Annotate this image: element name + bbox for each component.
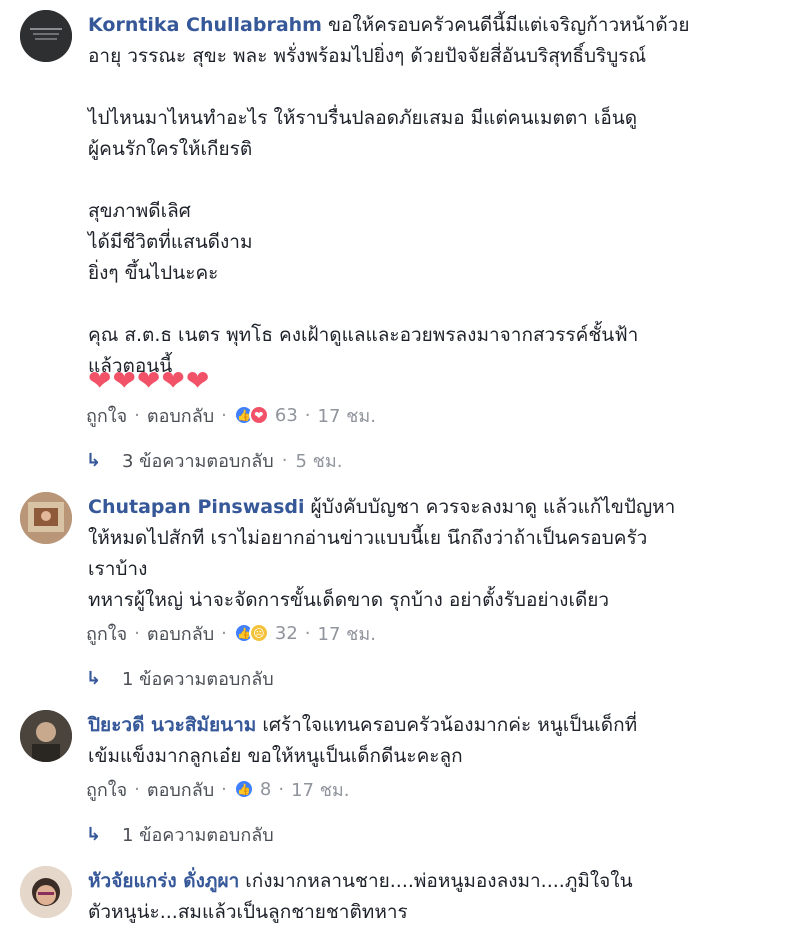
comment-text: ให้หมดไปสักที เราไม่อยากอ่านข่าวแบบนี้เย… (88, 527, 648, 549)
replies-count[interactable]: 3 ข้อความตอบกลับ (122, 446, 274, 475)
author-name[interactable]: หัวจัยแกร่ง ดั่งภูผา (88, 870, 239, 892)
separator-dot: · (221, 778, 227, 800)
reply-button[interactable]: ตอบกลับ (147, 775, 214, 804)
separator-dot: · (304, 622, 311, 644)
reply-arrow-icon: ↳ (86, 668, 102, 689)
author-name[interactable]: ปิยะวดี นวะสิมัยนาม (88, 714, 256, 736)
reply-arrow-icon: ↳ (86, 450, 102, 471)
like-button[interactable]: ถูกใจ (86, 401, 127, 430)
separator-dot: · (134, 404, 140, 426)
comment-text: ทหารผู้ใหญ่ น่าจะจัดการขั้นเด็ดขาด รุกบ้… (88, 589, 610, 611)
separator-dot: · (134, 778, 140, 800)
replies-time: 5 ชม. (295, 451, 343, 472)
comment-actions: ถูกใจ · ตอบกลับ · 👍 8 · 17 ชม. (86, 776, 350, 802)
comment-text: ผู้คนรักใครให้เกียรติ (88, 138, 253, 160)
separator-dot: · (221, 404, 227, 426)
like-button[interactable]: ถูกใจ (86, 619, 127, 648)
avatar[interactable] (20, 710, 72, 762)
comment-text: อายุ วรรณะ สุขะ พละ พรั่งพร้อมไปยิ่งๆ ด้… (88, 45, 647, 67)
comment-text: เข้มแข็งมากลูกเอ๋ย ขอให้หนูเป็นเด็กดีนะค… (88, 745, 463, 767)
comment-text: สุขภาพดีเลิศ (88, 200, 191, 222)
author-name[interactable]: Korntika Chullabrahm (88, 14, 322, 36)
reply-arrow-icon: ↳ (86, 824, 102, 845)
comment-text: เราบ้าง (88, 558, 148, 580)
comment-text: ตัวหนูน่ะ...สมแล้วเป็นลูกชายชาติทหาร (88, 901, 408, 923)
reaction-count[interactable]: 63 (275, 405, 298, 426)
separator-dot: · (221, 622, 227, 644)
avatar[interactable] (20, 866, 72, 918)
comment-text: ได้มีชีวิตที่แสนดีงาม (88, 231, 253, 253)
comment-body: Korntika Chullabrahm ขอให้ครอบครัวคนดีนี้… (88, 10, 770, 382)
comment-text: ยิ่งๆ ขึ้นไปนะคะ (88, 262, 219, 284)
comment-text: ผู้บังคับบัญชา ควรจะลงมาดู แล้วแก้ไขปัญห… (310, 496, 676, 518)
avatar[interactable] (20, 10, 72, 62)
reactions-summary[interactable]: 👍 ☹ (233, 623, 269, 643)
view-replies-link[interactable]: ↳ 3 ข้อความตอบกลับ · 5 ชม. (86, 446, 342, 475)
comment-body: หัวจัยแกร่ง ดั่งภูผา เก่งมากหลานชาย....พ่… (88, 866, 770, 928)
like-button[interactable]: ถูกใจ (86, 775, 127, 804)
comment-body: ปิยะวดี นวะสิมัยนาม เศร้าใจแทนครอบครัวน้อ… (88, 710, 770, 772)
replies-count[interactable]: 1 ข้อความตอบกลับ (122, 664, 274, 693)
comment-time[interactable]: 17 ชม. (291, 775, 349, 804)
avatar[interactable] (20, 492, 72, 544)
view-replies-link[interactable]: ↳ 1 ข้อความตอบกลับ (86, 664, 274, 693)
sad-reaction-icon: ☹ (248, 623, 269, 643)
comment-actions: ถูกใจ · ตอบกลับ · 👍 ❤ 63 · 17 ชม. (86, 402, 376, 428)
avatar-image (20, 710, 72, 762)
separator-dot: · (281, 450, 288, 471)
separator-dot: · (278, 778, 285, 800)
comment-text: เศร้าใจแทนครอบครัวน้องมากค่ะ หนูเป็นเด็ก… (262, 714, 638, 736)
view-replies-link[interactable]: ↳ 1 ข้อความตอบกลับ (86, 820, 274, 849)
comment-text: ขอให้ครอบครัวคนดีนี้มีแต่เจริญก้าวหน้าด้… (327, 14, 690, 36)
reactions-summary[interactable]: 👍 ❤ (233, 405, 269, 425)
comment-body: Chutapan Pinswasdi ผู้บังคับบัญชา ควรจะลง… (88, 492, 770, 616)
heart-emoji-icons: ❤❤❤❤❤ (88, 364, 211, 397)
reaction-count[interactable]: 32 (275, 623, 298, 644)
avatar-image (20, 866, 72, 918)
replies-count[interactable]: 1 ข้อความตอบกลับ (122, 820, 274, 849)
love-reaction-icon: ❤ (248, 405, 269, 425)
comment-time[interactable]: 17 ชม. (318, 401, 376, 430)
comment-text: ไปไหนมาไหนทำอะไร ให้ราบรื่นปลอดภัยเสมอ ม… (88, 107, 638, 129)
comment-text: คุณ ส.ต.ธ เนตร พุทโธ คงเฝ้าดูแลและอวยพรล… (88, 324, 639, 346)
reaction-count[interactable]: 8 (260, 779, 271, 800)
separator-dot: · (304, 404, 311, 426)
comment-text: เก่งมากหลานชาย....พ่อหนูมองลงมา....ภูมิใ… (245, 870, 633, 892)
avatar-image (20, 10, 72, 62)
avatar-image (20, 492, 72, 544)
comment-actions: ถูกใจ · ตอบกลับ · 👍 ☹ 32 · 17 ชม. (86, 620, 376, 646)
reply-button[interactable]: ตอบกลับ (147, 401, 214, 430)
comment-time[interactable]: 17 ชม. (318, 619, 376, 648)
author-name[interactable]: Chutapan Pinswasdi (88, 496, 305, 518)
separator-dot: · (134, 622, 140, 644)
reactions-summary[interactable]: 👍 (233, 779, 254, 799)
like-reaction-icon: 👍 (233, 779, 254, 799)
reply-button[interactable]: ตอบกลับ (147, 619, 214, 648)
